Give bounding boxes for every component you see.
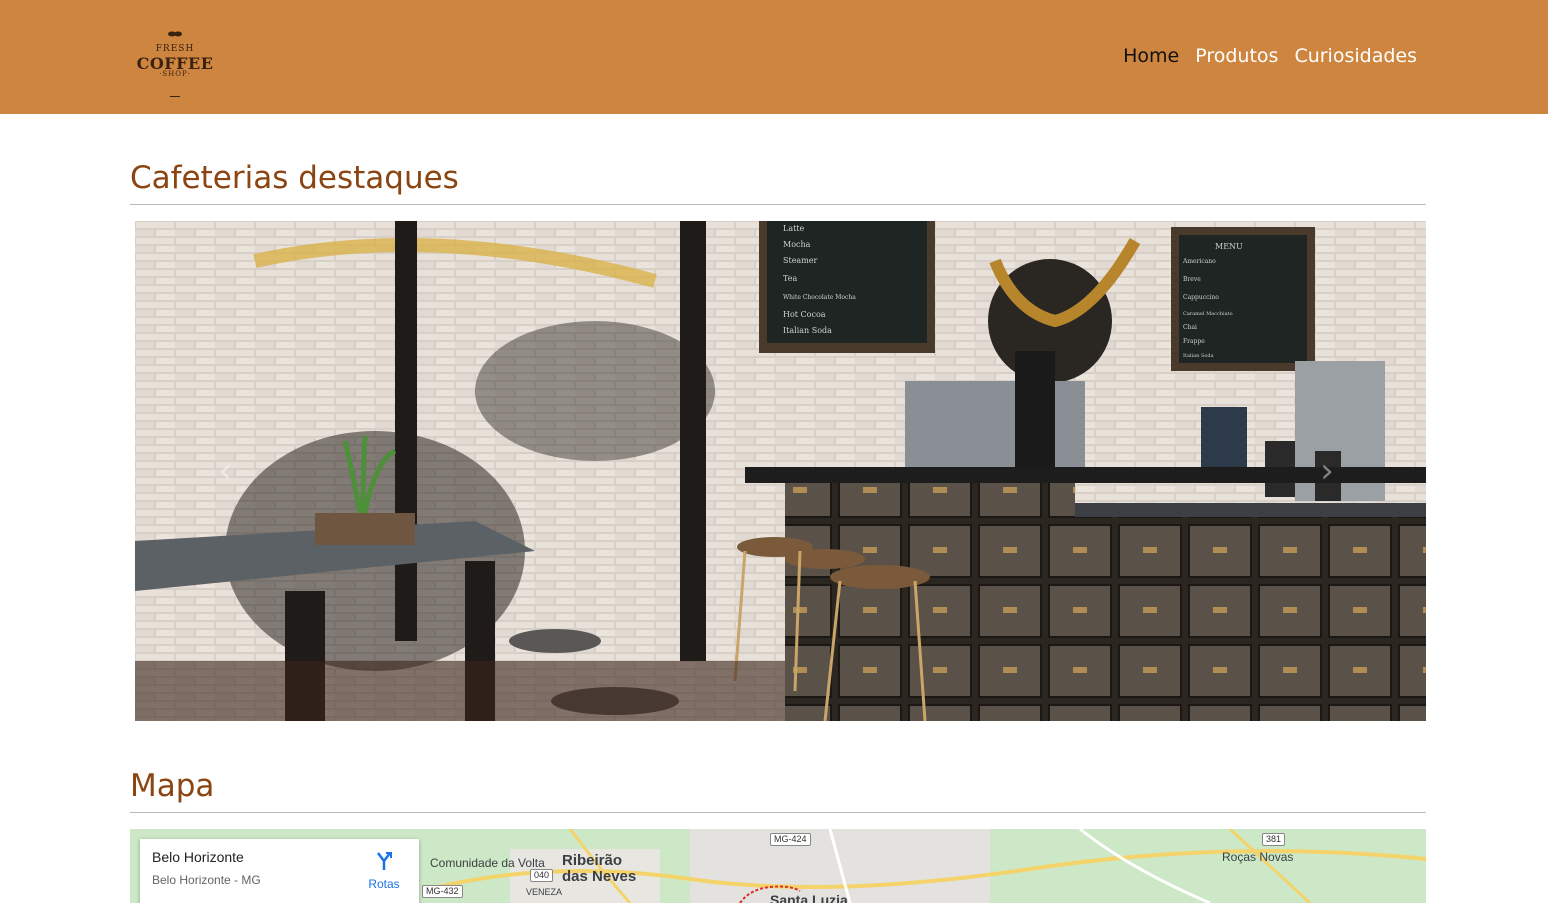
map-place-name: Belo Horizonte xyxy=(152,849,244,865)
road-shield: 381 xyxy=(1262,833,1286,846)
featured-carousel[interactable]: MENU Latte Mocha Steamer Tea White Choco… xyxy=(135,221,1426,721)
logo-underline xyxy=(170,96,180,97)
logo-fresh: FRESH xyxy=(155,44,195,54)
section-divider xyxy=(130,812,1426,813)
leaf-icon xyxy=(168,31,182,37)
nav-curiosidades[interactable]: Curiosidades xyxy=(1294,42,1417,70)
menu-right-item: Caramel Macchiato xyxy=(1183,311,1233,317)
coffee-shop-logo[interactable]: FRESH COFFEE ·SHOP· xyxy=(136,30,214,102)
menu-left-item: White Chocolate Mocha xyxy=(783,294,856,301)
menu-right-item: Breve xyxy=(1183,276,1201,283)
directions-label: Rotas xyxy=(368,877,400,891)
menu-left-item: Latte xyxy=(783,224,805,233)
road-shield: MG-432 xyxy=(422,885,463,898)
menu-right-item: Chai xyxy=(1183,324,1197,331)
directions-icon xyxy=(377,852,392,870)
menu-right-item: Cappuccino xyxy=(1183,294,1219,301)
menu-left-item: Mocha xyxy=(783,240,811,249)
menu-left-item: Steamer xyxy=(783,256,818,265)
carousel-next-button[interactable]: › xyxy=(1297,441,1357,501)
featured-cafes-title: Cafeterias destaques xyxy=(130,160,459,196)
embedded-map[interactable]: Comunidade da Volta Ribeirão das Neves S… xyxy=(130,829,1426,903)
map-title: Mapa xyxy=(130,768,215,804)
map-place-subtitle: Belo Horizonte - MG xyxy=(152,873,261,887)
menu-right-item: Frappe xyxy=(1183,338,1205,345)
map-place-card: Belo Horizonte Belo Horizonte - MG Rotas xyxy=(140,839,419,903)
chevron-right-icon: › xyxy=(1320,451,1334,491)
main-nav: Home Produtos Curiosidades xyxy=(1123,42,1417,70)
menu-left-item: Hot Cocoa xyxy=(783,310,826,319)
menu-right-item: Americano xyxy=(1182,258,1216,265)
carousel-prev-button[interactable]: ‹ xyxy=(195,441,255,501)
nav-home[interactable]: Home xyxy=(1123,42,1179,70)
map-label: Roças Novas xyxy=(1222,850,1294,864)
directions-button[interactable]: Rotas xyxy=(360,851,408,891)
logo-shop: ·SHOP· xyxy=(159,70,191,78)
menu-left-item: Italian Soda xyxy=(783,326,832,335)
chevron-left-icon: ‹ xyxy=(218,451,232,491)
map-label: Comunidade da Volta xyxy=(430,856,545,870)
map-label: Santa Luzia xyxy=(770,892,848,903)
menu-left-item: Tea xyxy=(783,274,797,283)
road-shield: MG-424 xyxy=(770,833,811,846)
map-label: VENEZA xyxy=(526,887,563,897)
site-header: FRESH COFFEE ·SHOP· Home Produtos Curios… xyxy=(0,0,1548,114)
menu-right-item: Italian Soda xyxy=(1183,353,1214,359)
section-divider xyxy=(130,204,1426,205)
road-shield: 040 xyxy=(530,869,554,882)
carousel-slide-image: MENU Latte Mocha Steamer Tea White Choco… xyxy=(135,221,1426,721)
nav-produtos[interactable]: Produtos xyxy=(1195,42,1278,70)
menu-board-title: MENU xyxy=(1215,242,1243,251)
map-label: Ribeirão das Neves xyxy=(562,852,637,885)
